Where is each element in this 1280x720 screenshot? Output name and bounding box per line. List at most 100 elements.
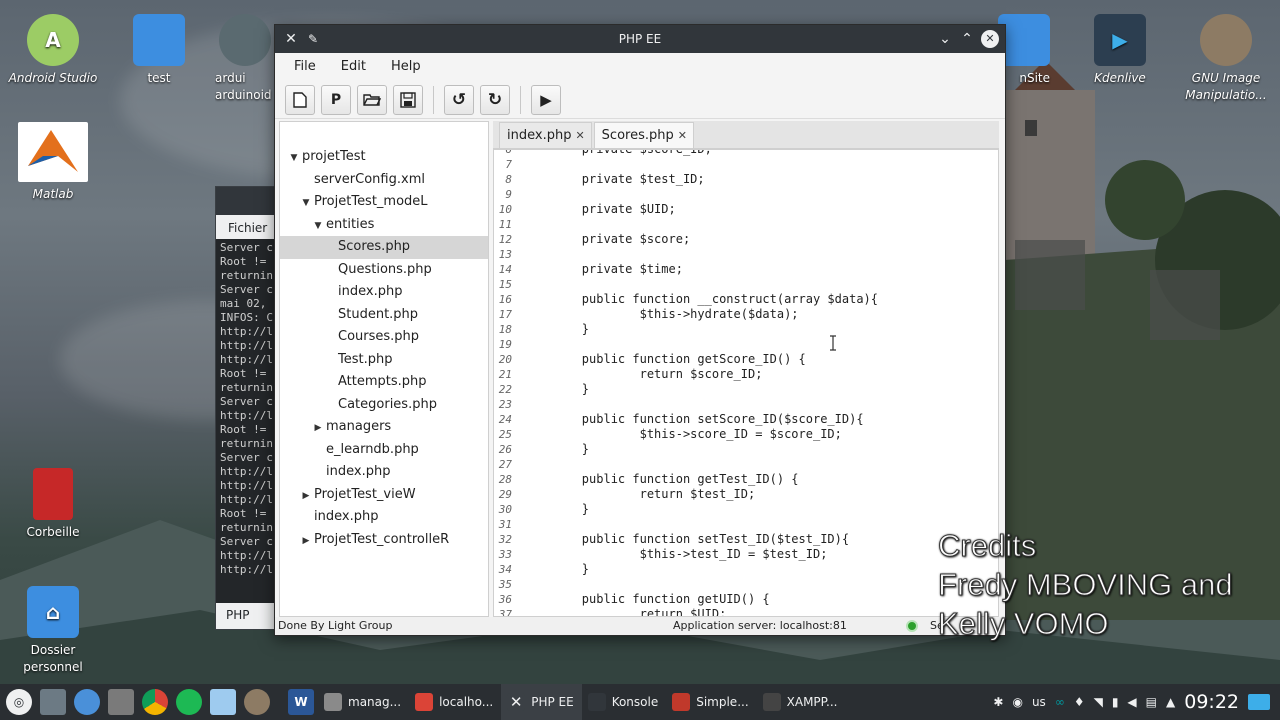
tree-item-label: e_learndb.php bbox=[326, 441, 419, 457]
project-tree[interactable]: ▼ projetTest serverConfig.xml ▼ ProjetTest_m… bbox=[279, 121, 489, 617]
bluetooth-icon[interactable]: ✱ bbox=[993, 695, 1003, 709]
tree-item[interactable]: ▶ ProjetTest_controlleR bbox=[280, 529, 488, 552]
code-text: private $test_ID; bbox=[524, 172, 705, 186]
minimize-icon[interactable]: ⌄ bbox=[935, 29, 955, 49]
menu-help[interactable]: Help bbox=[391, 59, 421, 81]
arduino-tray-icon[interactable]: ∞ bbox=[1055, 695, 1065, 709]
browser-icon[interactable] bbox=[74, 689, 100, 715]
tree-item[interactable]: ▼ ProjetTest_modeL bbox=[280, 191, 488, 214]
line-number: 6 bbox=[505, 149, 512, 156]
desktop-icon-arduino[interactable]: ardui arduinoid bbox=[215, 14, 275, 104]
code-line: 24 public function setScore_ID($score_ID… bbox=[494, 412, 998, 427]
taskbar-task[interactable]: Simple... bbox=[666, 684, 756, 720]
tree-item[interactable]: index.php bbox=[280, 506, 488, 529]
tree-item[interactable]: index.php bbox=[280, 281, 488, 304]
tab-close-icon[interactable]: ✕ bbox=[678, 129, 687, 142]
tree-item[interactable]: Questions.php bbox=[280, 259, 488, 282]
headset-icon[interactable]: ◉ bbox=[1012, 695, 1022, 709]
word-icon[interactable]: W bbox=[288, 689, 314, 715]
tree-item[interactable]: ▼ projetTest bbox=[280, 146, 488, 169]
tree-item[interactable]: ▼ entities bbox=[280, 214, 488, 237]
taskbar-task[interactable]: localho... bbox=[409, 684, 501, 720]
tree-item[interactable]: e_learndb.php bbox=[280, 439, 488, 462]
collapsed-arrow-icon[interactable]: ▶ bbox=[300, 530, 312, 553]
tray-expand-icon[interactable]: ▲ bbox=[1166, 695, 1175, 709]
expand-arrow-icon[interactable]: ▼ bbox=[300, 192, 312, 215]
konsole-tab[interactable]: PHP bbox=[216, 603, 279, 629]
taskbar-task[interactable]: manag... bbox=[318, 684, 409, 720]
spotify-icon[interactable] bbox=[176, 689, 202, 715]
tree-item[interactable]: Test.php bbox=[280, 349, 488, 372]
editor-tab[interactable]: Scores.php ✕ bbox=[593, 122, 694, 148]
tree-item[interactable]: Attempts.php bbox=[280, 371, 488, 394]
expand-arrow-icon[interactable]: ▼ bbox=[312, 215, 324, 238]
save-button[interactable] bbox=[393, 84, 423, 115]
maximize-icon[interactable]: ⌃ bbox=[957, 29, 977, 49]
gimp-icon[interactable] bbox=[244, 689, 270, 715]
new-project-button[interactable]: P bbox=[321, 84, 351, 115]
clipboard-icon[interactable]: ▤ bbox=[1146, 695, 1157, 709]
cube-icon[interactable] bbox=[210, 689, 236, 715]
desktop-icon-kdenlive[interactable]: ▶ Kdenlive bbox=[1070, 14, 1170, 87]
collapsed-arrow-icon[interactable]: ▶ bbox=[300, 485, 312, 508]
editor-tab[interactable]: index.php ✕ bbox=[499, 122, 592, 148]
redo-button[interactable]: ↻ bbox=[480, 84, 510, 115]
volume-icon[interactable]: ◀ bbox=[1127, 695, 1136, 709]
tree-item[interactable]: ▶ ProjetTest_vieW bbox=[280, 484, 488, 507]
line-number: 22 bbox=[498, 383, 512, 396]
line-number: 27 bbox=[498, 458, 512, 471]
menu-file[interactable]: File bbox=[294, 59, 316, 81]
show-desktop-icon[interactable] bbox=[1248, 694, 1270, 710]
taskbar-task-label: manag... bbox=[348, 695, 402, 709]
desktop-icon-trash[interactable]: Corbeille bbox=[3, 468, 103, 541]
desktop-icon-android-studio[interactable]: A Android Studio bbox=[3, 14, 103, 87]
keyboard-layout[interactable]: us bbox=[1032, 695, 1046, 709]
app-launcher-icon[interactable]: ◎ bbox=[6, 689, 32, 715]
taskbar-task-label: Simple... bbox=[696, 695, 749, 709]
code-editor[interactable]: 6 private $score_ID; 7 8 private $test_ID;… bbox=[493, 149, 999, 617]
tree-item[interactable]: Categories.php bbox=[280, 394, 488, 417]
tab-close-icon[interactable]: ✕ bbox=[575, 129, 584, 142]
konsole-line: mai 02, bbox=[220, 297, 267, 310]
menu-edit[interactable]: Edit bbox=[341, 59, 366, 81]
line-number: 30 bbox=[498, 503, 512, 516]
desktop-icon-matlab[interactable]: Matlab bbox=[3, 122, 103, 203]
konsole-line: returnin bbox=[220, 381, 273, 394]
line-number: 20 bbox=[498, 353, 512, 366]
clock[interactable]: 09:22 bbox=[1184, 691, 1239, 713]
undo-button[interactable]: ↺ bbox=[444, 84, 474, 115]
tree-item[interactable]: index.php bbox=[280, 461, 488, 484]
new-file-button[interactable] bbox=[285, 84, 315, 115]
desktop-icon-test[interactable]: test bbox=[109, 14, 209, 87]
tree-item[interactable]: ▶ managers bbox=[280, 416, 488, 439]
battery-icon[interactable]: ▮ bbox=[1112, 695, 1119, 709]
taskbar-task[interactable]: XAMPP... bbox=[757, 684, 846, 720]
files-icon[interactable] bbox=[108, 689, 134, 715]
open-folder-button[interactable] bbox=[357, 84, 387, 115]
collapsed-arrow-icon[interactable]: ▶ bbox=[312, 417, 324, 440]
desktop-icon-home[interactable]: ⌂ Dossier personnel bbox=[3, 586, 103, 676]
konsole-menu-fichier[interactable]: Fichier bbox=[216, 215, 279, 239]
chrome-icon[interactable] bbox=[142, 689, 168, 715]
expand-arrow-icon[interactable]: ▼ bbox=[288, 147, 300, 170]
code-text: } bbox=[524, 562, 590, 576]
window-close-button[interactable]: ✕ bbox=[981, 30, 999, 48]
code-text: $this->score_ID = $score_ID; bbox=[524, 427, 842, 441]
desktop-icon-gimp[interactable]: GNU Image Manipulatio... bbox=[1176, 14, 1276, 104]
konsole-window-background[interactable]: Fichier Server c Root != returnin Server c… bbox=[215, 186, 280, 630]
pager-icon[interactable] bbox=[40, 689, 66, 715]
titlebar[interactable]: ✕ ✎ PHP EE ⌄ ⌃ ✕ bbox=[275, 25, 1005, 53]
tree-item-label: index.php bbox=[314, 509, 379, 524]
lightbulb-icon[interactable]: ♦ bbox=[1074, 695, 1085, 709]
taskbar-task[interactable]: ✕ PHP EE bbox=[501, 684, 582, 720]
tree-item[interactable]: Scores.php bbox=[280, 236, 488, 259]
wifi-icon[interactable]: ◥ bbox=[1094, 695, 1103, 709]
konsole-line: Root != bbox=[220, 423, 267, 436]
tree-item[interactable]: Courses.php bbox=[280, 326, 488, 349]
konsole-line: http://l bbox=[220, 353, 273, 366]
tree-item[interactable]: Student.php bbox=[280, 304, 488, 327]
run-button[interactable]: ▶ bbox=[531, 84, 561, 115]
taskbar-task[interactable]: Konsole bbox=[582, 684, 667, 720]
konsole-titlebar[interactable] bbox=[216, 187, 279, 215]
tree-item[interactable]: serverConfig.xml bbox=[280, 169, 488, 192]
